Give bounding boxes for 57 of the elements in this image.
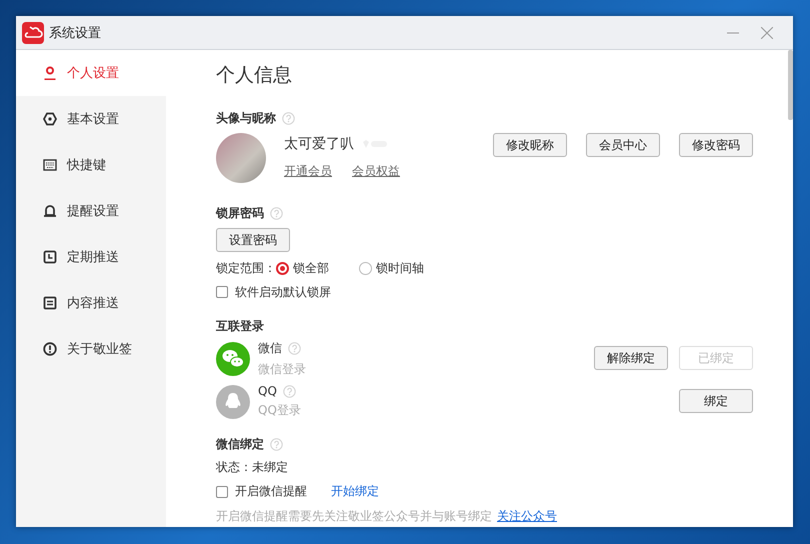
bind-button[interactable]: 绑定	[679, 389, 753, 413]
nickname: 太可爱了叭	[284, 135, 354, 153]
sidebar-item[interactable]: 关于敬业签	[16, 326, 166, 372]
account-subtitle: 微信登录	[258, 360, 306, 378]
penguin-icon	[216, 384, 250, 418]
section-heading: 锁屏密码	[216, 205, 264, 222]
section-heading: 微信绑定	[216, 436, 264, 453]
action-button[interactable]: 修改昵称	[493, 133, 567, 157]
hexagon-icon	[43, 112, 57, 126]
section-heading: 头像与昵称	[216, 110, 276, 127]
help-icon	[270, 207, 283, 220]
scrollbar[interactable]	[788, 50, 793, 120]
sidebar-item[interactable]: 内容推送	[16, 280, 166, 326]
help-icon	[288, 342, 301, 354]
checkbox-label: 开启微信提醒	[235, 483, 307, 500]
bell-icon	[43, 204, 57, 218]
hint-text: 开启微信提醒需要先关注敬业签公众号并与账号绑定	[216, 508, 492, 525]
window-title: 系统设置	[49, 24, 101, 42]
radio-label: 锁全部	[293, 260, 329, 276]
link[interactable]: 开通会员	[284, 163, 332, 180]
keyboard-icon	[43, 158, 57, 172]
help-icon	[270, 438, 283, 451]
action-button[interactable]: 修改密码	[679, 133, 753, 157]
close-icon[interactable]	[761, 26, 773, 38]
link[interactable]: 开始绑定	[331, 483, 379, 500]
account-subtitle: QQ登录	[258, 402, 301, 419]
help-icon	[282, 112, 295, 125]
section-heading: 互联登录	[216, 318, 264, 335]
bind-button[interactable]: 解除绑定	[594, 346, 668, 370]
sidebar-item[interactable]: 提醒设置	[16, 188, 166, 234]
page-title: 个人信息	[216, 63, 293, 88]
chat-bubbles-icon	[216, 342, 250, 376]
clock-icon	[43, 250, 57, 264]
action-button[interactable]: 会员中心	[586, 133, 660, 157]
document-icon	[43, 296, 57, 310]
help-icon	[282, 384, 296, 398]
account-name: 微信	[258, 340, 282, 356]
sidebar-item[interactable]: 个人设置	[16, 50, 166, 96]
exclamation-icon	[43, 342, 57, 356]
radio-button[interactable]	[359, 262, 372, 274]
avatar-photo	[216, 133, 266, 183]
account-name: QQ	[258, 384, 277, 398]
checkbox[interactable]	[216, 286, 228, 298]
radio-button[interactable]	[276, 262, 289, 274]
set-password-button[interactable]: 设置密码	[216, 228, 290, 252]
field-label: 锁定范围：	[216, 260, 276, 276]
link[interactable]: 关注公众号	[497, 508, 557, 525]
person-icon	[43, 66, 57, 80]
checkbox[interactable]	[216, 486, 228, 498]
sidebar-item[interactable]: 快捷键	[16, 142, 166, 188]
app-logo-icon	[22, 22, 44, 44]
sidebar-item[interactable]: 基本设置	[16, 96, 166, 142]
checkbox-label: 软件启动默认锁屏	[235, 284, 331, 300]
radio-label: 锁时间轴	[376, 260, 424, 276]
sidebar-item[interactable]: 定期推送	[16, 234, 166, 280]
link[interactable]: 会员权益	[352, 163, 400, 180]
status-text: 状态：未绑定	[216, 459, 289, 476]
